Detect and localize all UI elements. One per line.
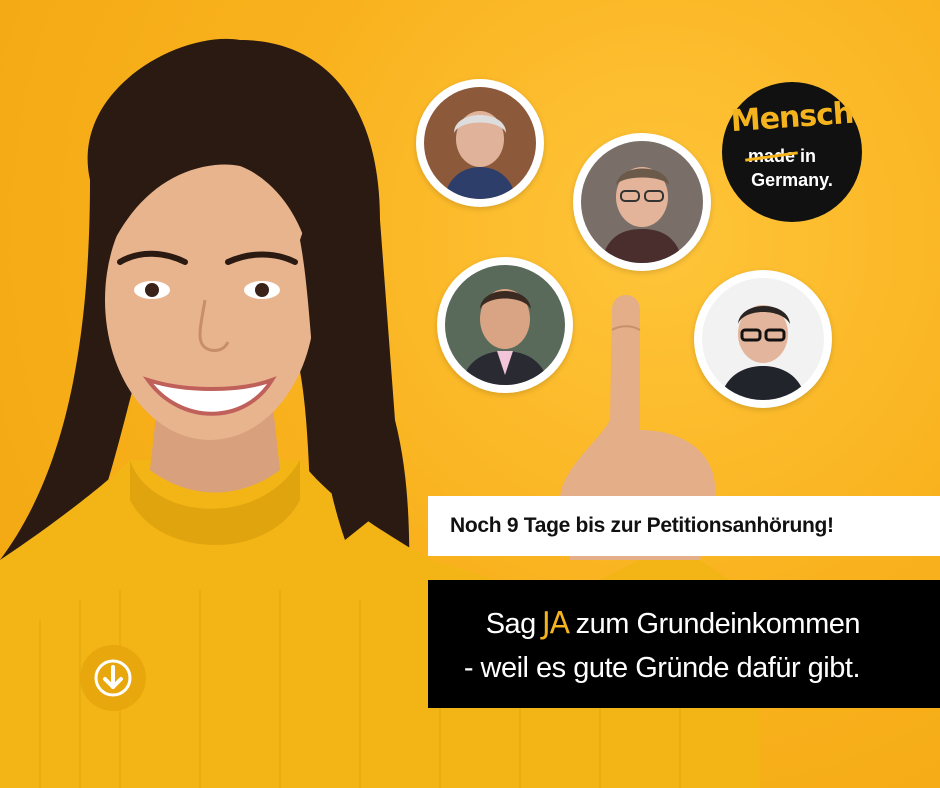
slogan-line-1: Sag JA zum Grundeinkommen [485,606,861,641]
portrait-man-glasses [573,133,711,271]
slogan-grundeinkommen: zum Grundeinkommen [575,608,861,640]
slogan-line-2: - weil es gute Gründe dafür gibt. [463,652,861,684]
scroll-down-button[interactable] [80,645,146,711]
logo-line-made-in: made in [748,146,816,167]
logo-word-mensch: Mensch [729,95,855,140]
slogan-sag: Sag [485,608,537,640]
slogan-banner: Sag JA zum Grundeinkommen - weil es gute G… [428,580,940,708]
logo-word-in: in [800,146,817,166]
ad-canvas: Mensch made in Germany. Noch 9 Tage bis … [0,0,940,788]
portrait-man-dark-glasses [694,270,832,408]
slogan-ja: JA [541,606,570,641]
mensch-made-in-germany-logo: Mensch made in Germany. [722,82,862,222]
arrow-down-icon [94,659,132,697]
countdown-banner: Noch 9 Tage bis zur Petitionsanhörung! [428,496,940,556]
portrait-elder-man [416,79,544,207]
logo-word-made: made [748,146,796,166]
portrait-man-suit [437,257,573,393]
countdown-text: Noch 9 Tage bis zur Petitionsanhörung! [450,514,834,537]
logo-word-germany: Germany. [751,170,833,190]
